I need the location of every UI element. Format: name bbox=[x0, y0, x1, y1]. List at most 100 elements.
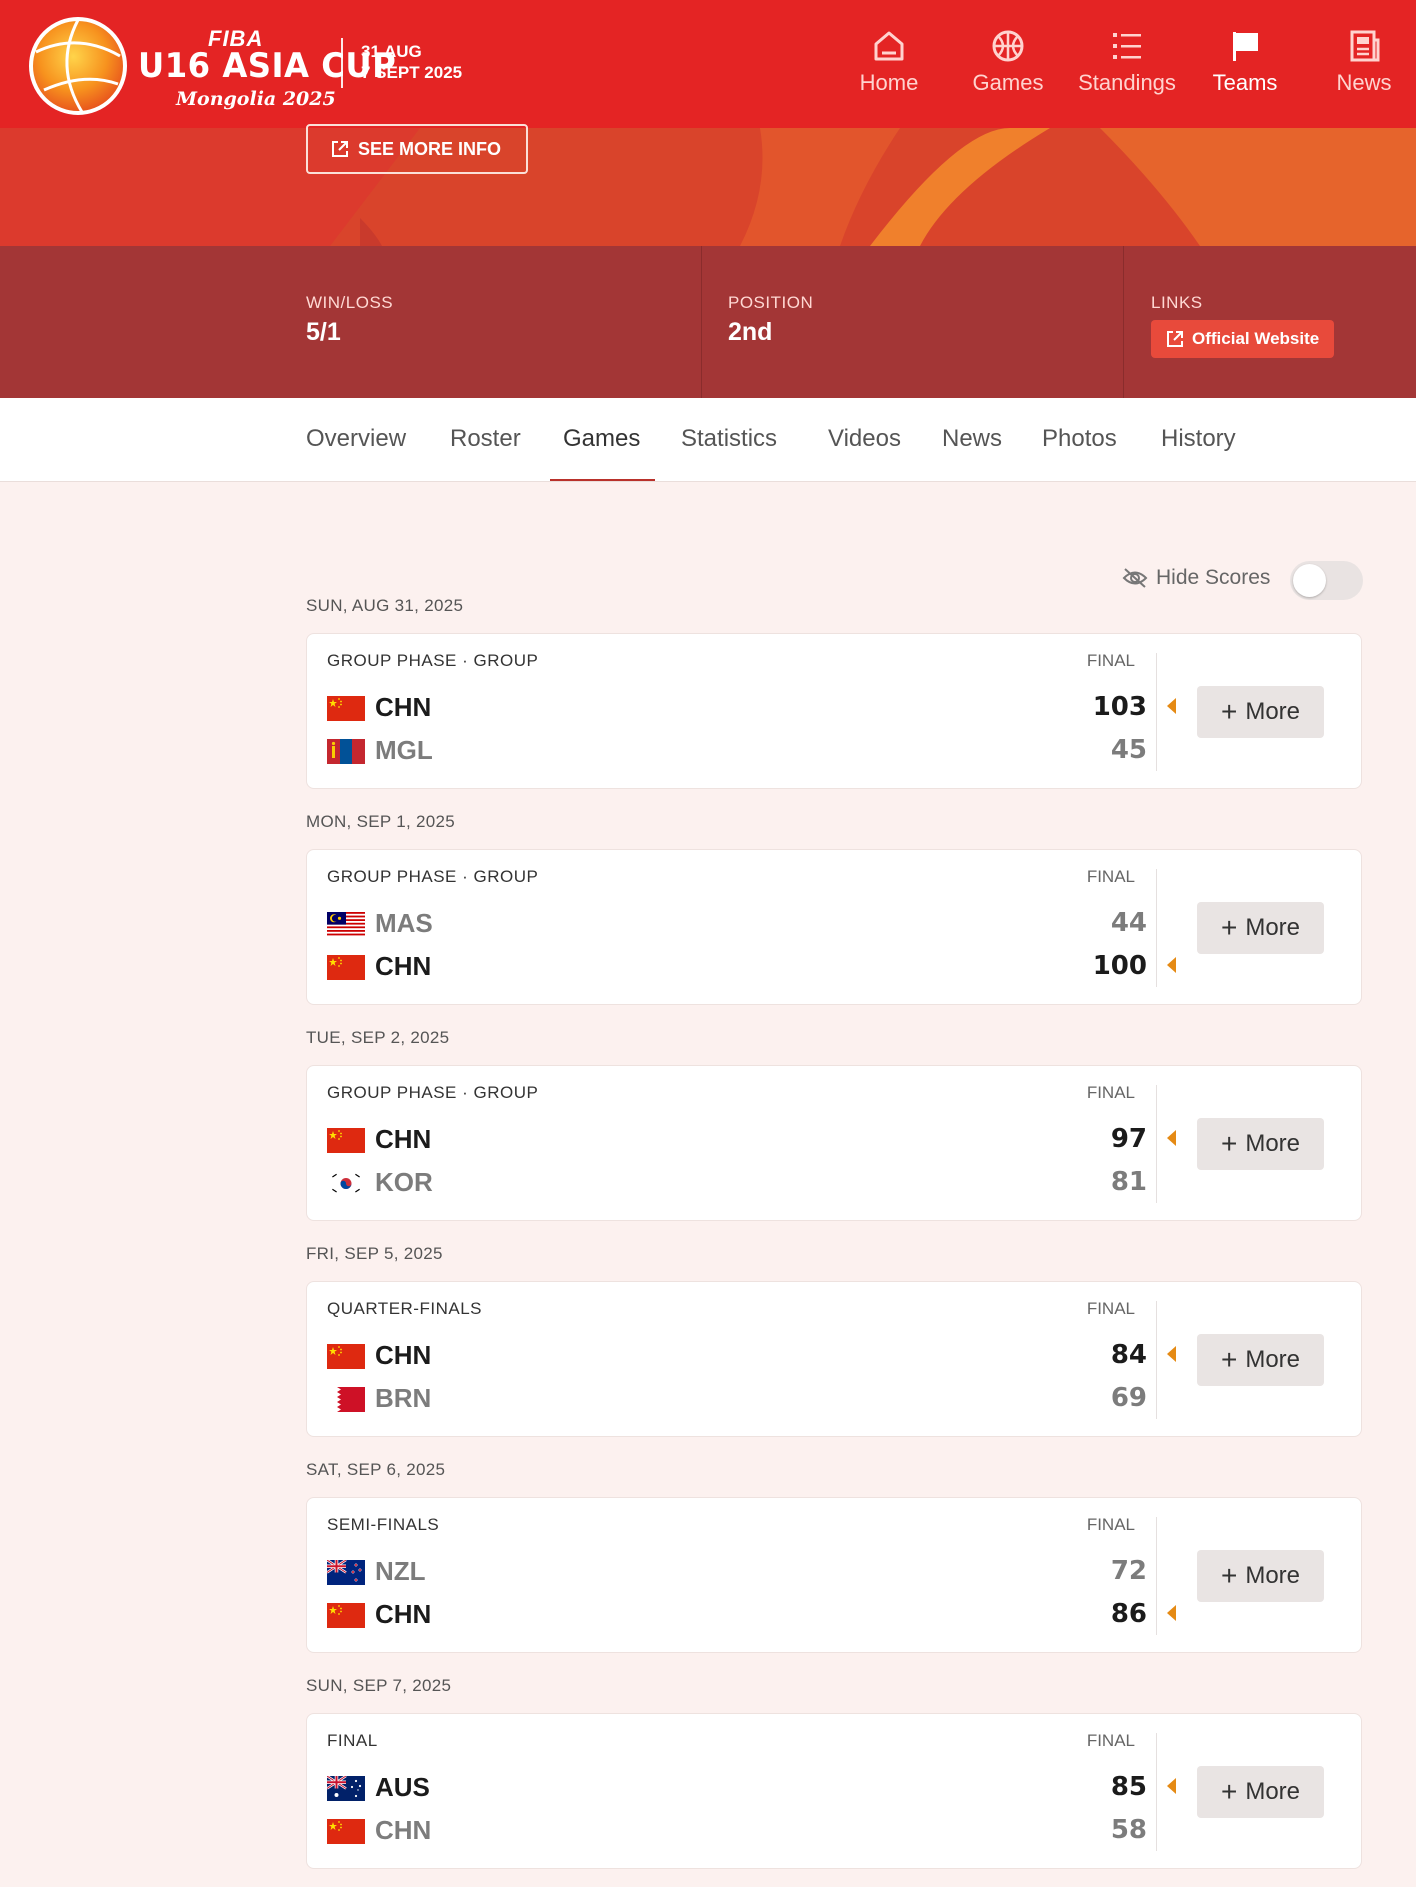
winner-indicator-icon bbox=[1167, 698, 1176, 714]
team-code: NZL bbox=[375, 1556, 426, 1586]
official-website-button[interactable]: Official Website bbox=[1151, 320, 1334, 358]
links-label: LINKS bbox=[1151, 293, 1203, 312]
game-card[interactable]: FINAL FINAL AUS 85 CHN 58 + More bbox=[306, 1713, 1362, 1869]
divider bbox=[701, 246, 702, 398]
team-row-chn[interactable]: CHN 58 bbox=[327, 1813, 1147, 1849]
nav-teams[interactable]: Teams bbox=[1190, 28, 1300, 108]
tab-videos[interactable]: Videos bbox=[828, 425, 901, 453]
game-card[interactable]: GROUP PHASE · GROUP FINAL MAS 44 CHN 100… bbox=[306, 849, 1362, 1005]
team-row-chn[interactable]: CHN 103 bbox=[327, 690, 1176, 726]
game-date: TUE, SEP 2, 2025 bbox=[306, 1028, 450, 1047]
game-status: FINAL bbox=[1086, 1083, 1135, 1102]
team-code: KOR bbox=[375, 1167, 433, 1197]
team-row-chn[interactable]: CHN 86 bbox=[327, 1597, 1176, 1633]
external-link-icon bbox=[332, 141, 348, 157]
team-score: 72 bbox=[1110, 1556, 1147, 1586]
nav-label: Standings bbox=[1078, 70, 1176, 95]
brn-flag-icon bbox=[327, 1387, 365, 1412]
nav-games[interactable]: Games bbox=[953, 28, 1063, 108]
team-score: 84 bbox=[1110, 1340, 1147, 1370]
chn-flag-icon bbox=[327, 1344, 365, 1369]
game-phase: GROUP PHASE · GROUP bbox=[327, 651, 539, 670]
nav-label: Home bbox=[859, 70, 919, 95]
more-button[interactable]: + More bbox=[1197, 902, 1324, 954]
nav-label: Teams bbox=[1212, 70, 1278, 95]
plus-icon: + bbox=[1220, 1560, 1238, 1591]
tab-roster[interactable]: Roster bbox=[450, 425, 521, 453]
hide-scores-control: Hide Scores bbox=[1122, 566, 1270, 590]
win-loss-label: WIN/LOSS bbox=[306, 293, 394, 312]
tab-games[interactable]: Games bbox=[563, 425, 640, 453]
chn-flag-icon bbox=[327, 1819, 365, 1844]
plus-icon: + bbox=[1220, 1776, 1238, 1807]
more-button[interactable]: + More bbox=[1197, 1766, 1324, 1818]
team-row-brn[interactable]: BRN 69 bbox=[327, 1381, 1147, 1417]
team-hero-banner bbox=[0, 128, 1416, 246]
more-label: More bbox=[1245, 1778, 1301, 1805]
hide-scores-label: Hide Scores bbox=[1156, 566, 1271, 589]
official-website-label: Official Website bbox=[1192, 329, 1320, 348]
team-code: MAS bbox=[375, 908, 433, 938]
game-card[interactable]: QUARTER-FINALS FINAL CHN 84 BRN 69 + Mor… bbox=[306, 1281, 1362, 1437]
game-status: FINAL bbox=[1086, 1731, 1135, 1750]
winner-indicator-icon bbox=[1167, 1346, 1176, 1362]
more-button[interactable]: + More bbox=[1197, 1550, 1324, 1602]
more-label: More bbox=[1245, 1562, 1301, 1589]
nav-news[interactable]: News bbox=[1309, 28, 1416, 108]
team-row-mas[interactable]: MAS 44 bbox=[327, 906, 1147, 942]
event-end-date: 7 SEPT 2025 bbox=[361, 63, 463, 82]
more-button[interactable]: + More bbox=[1197, 1118, 1324, 1170]
tab-overview[interactable]: Overview bbox=[306, 425, 406, 453]
divider bbox=[1156, 653, 1157, 771]
tab-photos[interactable]: Photos bbox=[1042, 425, 1117, 453]
more-label: More bbox=[1245, 914, 1301, 941]
divider bbox=[1156, 1517, 1157, 1635]
tab-history[interactable]: History bbox=[1161, 425, 1236, 453]
team-row-nzl[interactable]: NZL 72 bbox=[327, 1554, 1147, 1590]
team-row-chn[interactable]: CHN 84 bbox=[327, 1338, 1176, 1374]
plus-icon: + bbox=[1220, 696, 1238, 727]
chn-flag-icon bbox=[327, 1603, 365, 1628]
game-card[interactable]: GROUP PHASE · GROUP FINAL CHN 97 KOR 81 … bbox=[306, 1065, 1362, 1221]
see-more-label: SEE MORE INFO bbox=[358, 138, 502, 159]
team-row-kor[interactable]: KOR 81 bbox=[327, 1165, 1147, 1201]
hero-decoration bbox=[0, 128, 1416, 246]
team-row-chn[interactable]: CHN 100 bbox=[327, 949, 1176, 985]
more-button[interactable]: + More bbox=[1197, 1334, 1324, 1386]
game-card[interactable]: SEMI-FINALS FINAL NZL 72 CHN 86 + More bbox=[306, 1497, 1362, 1653]
team-code: CHN bbox=[375, 951, 432, 981]
game-item: FRI, SEP 5, 2025 QUARTER-FINALS FINAL CH… bbox=[306, 1244, 1362, 1460]
position-label: POSITION bbox=[728, 293, 814, 312]
winner-indicator-icon bbox=[1167, 1130, 1176, 1146]
toggle-knob bbox=[1293, 564, 1326, 597]
see-more-info-button[interactable]: SEE MORE INFO bbox=[306, 124, 528, 174]
nav-standings[interactable]: Standings bbox=[1072, 28, 1182, 108]
more-button[interactable]: + More bbox=[1197, 686, 1324, 738]
game-phase: GROUP PHASE · GROUP bbox=[327, 1083, 539, 1102]
event-start-date: 31 AUG bbox=[361, 42, 422, 61]
divider bbox=[1156, 1733, 1157, 1851]
team-code: MGL bbox=[375, 735, 433, 765]
hide-scores-toggle[interactable] bbox=[1290, 561, 1363, 600]
tab-statistics[interactable]: Statistics bbox=[681, 425, 777, 453]
team-row-mgl[interactable]: MGL 45 bbox=[327, 733, 1147, 769]
nav-home[interactable]: Home bbox=[834, 28, 944, 108]
game-item: SAT, SEP 6, 2025 SEMI-FINALS FINAL NZL 7… bbox=[306, 1460, 1362, 1676]
plus-icon: + bbox=[1220, 1344, 1238, 1375]
event-name[interactable]: U16 ASIA CUP bbox=[138, 46, 396, 86]
list-icon bbox=[1113, 33, 1141, 59]
more-label: More bbox=[1245, 1130, 1301, 1157]
tab-news[interactable]: News bbox=[942, 425, 1002, 453]
eye-off-icon bbox=[1122, 568, 1148, 588]
winner-indicator-icon bbox=[1167, 1605, 1176, 1621]
team-row-chn[interactable]: CHN 97 bbox=[327, 1122, 1176, 1158]
game-date: SUN, SEP 7, 2025 bbox=[306, 1676, 452, 1695]
team-code: CHN bbox=[375, 692, 432, 722]
chn-flag-icon bbox=[327, 1128, 365, 1153]
divider bbox=[341, 38, 343, 88]
team-score: 85 bbox=[1110, 1772, 1147, 1802]
chn-flag-icon bbox=[327, 955, 365, 980]
fiba-basketball-logo[interactable] bbox=[24, 12, 132, 116]
game-card[interactable]: GROUP PHASE · GROUP FINAL CHN 103 MGL 45… bbox=[306, 633, 1362, 789]
team-row-aus[interactable]: AUS 85 bbox=[327, 1770, 1176, 1806]
